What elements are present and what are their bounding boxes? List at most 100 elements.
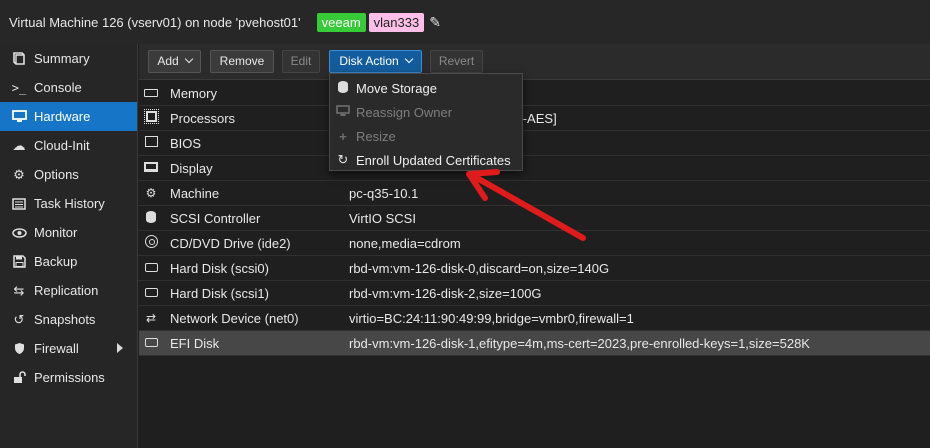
toolbar: Add Remove Edit Disk Action Revert (139, 44, 930, 80)
menu-item-label: Move Storage (356, 80, 437, 96)
sidebar-item-label: Hardware (34, 109, 91, 124)
sidebar-item-options[interactable]: ⚙ Options (0, 160, 137, 189)
menu-item-resize[interactable]: + Resize (330, 124, 522, 148)
sidebar-item-label: Task History (34, 196, 105, 211)
sidebar-item-label: Cloud-Init (34, 138, 90, 153)
eye-icon (10, 227, 28, 238)
sidebar-item-backup[interactable]: Backup (0, 247, 137, 276)
add-button-label: Add (157, 54, 179, 68)
desktop-icon (330, 104, 356, 120)
sidebar-item-label: Console (34, 80, 82, 95)
disk-action-button-label: Disk Action (339, 54, 399, 68)
sidebar-item-snapshots[interactable]: ↺ Snapshots (0, 305, 137, 334)
table-row[interactable]: BIOS (139, 131, 930, 156)
refresh-icon: ↻ (337, 152, 349, 167)
row-name: Hard Disk (scsi0) (170, 260, 269, 276)
row-name: CD/DVD Drive (ide2) (170, 235, 291, 251)
list-icon (10, 197, 28, 210)
sidebar-item-label: Options (34, 167, 79, 182)
sidebar-item-label: Monitor (34, 225, 78, 240)
sidebar-item-permissions[interactable]: Permissions (0, 363, 137, 392)
desktop-icon (10, 110, 28, 123)
chevron-right-icon[interactable] (117, 343, 123, 353)
cdrom-icon (143, 235, 159, 251)
sidebar-item-monitor[interactable]: Monitor (0, 218, 137, 247)
retweet-icon: ⇆ (13, 282, 25, 298)
window-titlebar: Virtual Machine 126 (vserv01) on node 'p… (0, 0, 930, 44)
pencil-icon[interactable]: ✎ (429, 14, 441, 31)
sidebar-item-label: Backup (34, 254, 78, 269)
cloud-icon: ☁ (12, 137, 26, 153)
row-name: BIOS (170, 135, 202, 151)
book-icon (10, 52, 28, 65)
plus-icon: + (339, 128, 347, 144)
row-value: pc-q35-10.1 (349, 185, 419, 201)
add-button[interactable]: Add (148, 50, 201, 73)
cogs-icon: ⚙ (145, 186, 157, 200)
table-row-selected[interactable]: EFI Disk rbd-vm:vm-126-disk-1,efitype=4m… (139, 331, 930, 356)
row-name: EFI Disk (170, 335, 220, 351)
menu-item-enroll-updated-certificates[interactable]: ↻ Enroll Updated Certificates (330, 148, 522, 172)
menu-item-label: Resize (356, 128, 396, 144)
table-row[interactable]: SCSI Controller VirtIO SCSI (139, 206, 930, 231)
chevron-down-icon (184, 54, 193, 64)
table-row[interactable]: ⇄ Network Device (net0) virtio=BC:24:11:… (139, 306, 930, 331)
row-name: Network Device (net0) (170, 310, 299, 326)
table-row[interactable]: Processors v2-AES] (139, 106, 930, 131)
sidebar-item-label: Snapshots (34, 312, 96, 327)
sidebar-item-firewall[interactable]: Firewall (0, 334, 137, 363)
row-value: rbd-vm:vm-126-disk-1,efitype=4m,ms-cert=… (349, 335, 810, 351)
menu-item-move-storage[interactable]: Move Storage (330, 76, 522, 100)
bios-icon (143, 136, 159, 150)
table-row[interactable]: Hard Disk (scsi1) rbd-vm:vm-126-disk-2,s… (139, 281, 930, 306)
sidebar-item-hardware[interactable]: Hardware (0, 102, 137, 131)
hardware-grid: Memory Processors v2-AES] BIOS Display ⚙… (139, 81, 930, 356)
disk-action-menu: Move Storage Reassign Owner + Resize ↻ E… (329, 73, 523, 171)
table-row[interactable]: Display (139, 156, 930, 181)
cpu-icon (143, 109, 159, 125)
sidebar: Summary >_ Console Hardware ☁ Cloud-Init… (0, 44, 138, 448)
table-row[interactable]: Memory (139, 81, 930, 106)
disk-action-button[interactable]: Disk Action (329, 50, 422, 73)
database-icon (143, 210, 159, 226)
row-value: virtio=BC:24:11:90:49:99,bridge=vmbr0,fi… (349, 310, 634, 326)
table-row[interactable]: CD/DVD Drive (ide2) none,media=cdrom (139, 231, 930, 256)
row-name: Machine (170, 185, 220, 201)
sidebar-item-cloud-init[interactable]: ☁ Cloud-Init (0, 131, 137, 160)
menu-item-label: Enroll Updated Certificates (356, 152, 511, 168)
database-icon (330, 80, 356, 96)
remove-button[interactable]: Remove (210, 50, 274, 73)
row-value: rbd-vm:vm-126-disk-2,size=100G (349, 285, 542, 301)
floppy-icon (10, 255, 28, 268)
sidebar-item-console[interactable]: >_ Console (0, 73, 137, 102)
revert-button[interactable]: Revert (430, 50, 483, 73)
sidebar-item-label: Replication (34, 283, 99, 298)
exchange-icon: ⇄ (145, 311, 157, 325)
sidebar-item-replication[interactable]: ⇆ Replication (0, 276, 137, 305)
memory-icon (143, 86, 159, 100)
row-name: Memory (170, 85, 217, 101)
row-value: rbd-vm:vm-126-disk-0,discard=on,size=140… (349, 260, 610, 276)
sidebar-item-label: Permissions (34, 370, 105, 385)
hardware-panel: Add Remove Edit Disk Action Revert Memor… (139, 44, 930, 448)
menu-item-reassign-owner[interactable]: Reassign Owner (330, 100, 522, 124)
tag-veeam[interactable]: veeam (316, 12, 366, 32)
unlock-icon (10, 371, 28, 384)
page-title: Virtual Machine 126 (vserv01) on node 'p… (9, 14, 301, 30)
shield-icon (10, 342, 28, 355)
sidebar-item-task-history[interactable]: Task History (0, 189, 137, 218)
chevron-down-icon (404, 54, 413, 64)
row-name: Hard Disk (scsi1) (170, 285, 269, 301)
edit-button[interactable]: Edit (282, 50, 320, 73)
sidebar-item-summary[interactable]: Summary (0, 44, 137, 73)
tag-vlan333[interactable]: vlan333 (368, 12, 425, 32)
menu-item-label: Reassign Owner (356, 104, 453, 120)
sidebar-item-label: Firewall (34, 341, 79, 356)
table-row[interactable]: Hard Disk (scsi0) rbd-vm:vm-126-disk-0,d… (139, 256, 930, 281)
row-value: VirtIO SCSI (349, 210, 416, 226)
table-row[interactable]: ⚙ Machine pc-q35-10.1 (139, 181, 930, 206)
terminal-icon: >_ (11, 80, 27, 95)
row-name: SCSI Controller (170, 210, 261, 226)
row-value: none,media=cdrom (349, 235, 461, 251)
harddisk-icon (143, 261, 159, 275)
